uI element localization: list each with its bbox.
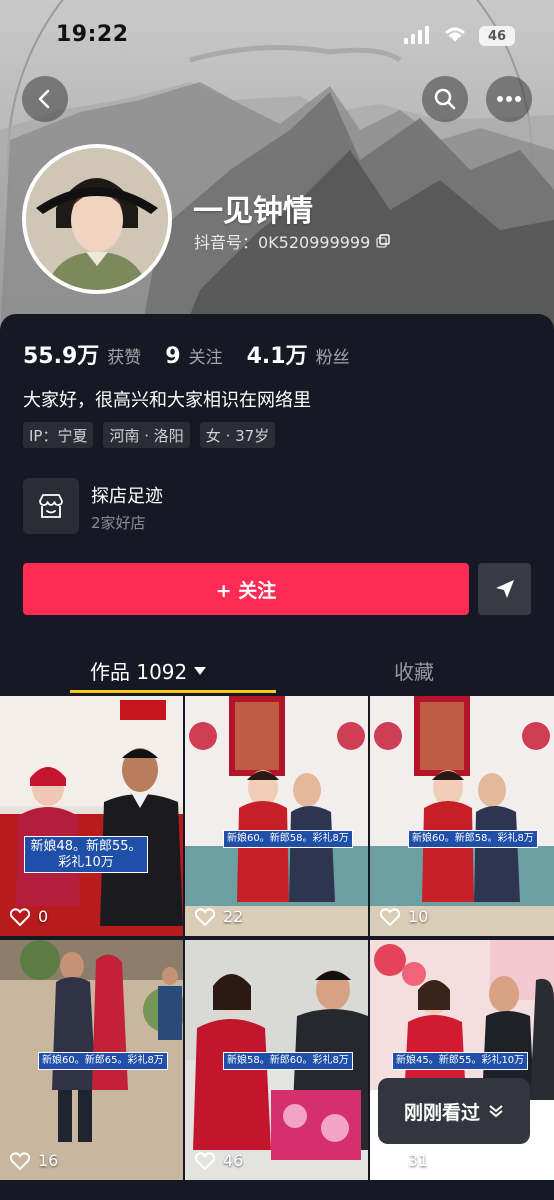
back-icon — [38, 89, 50, 109]
like-count-text: 46 — [223, 1151, 244, 1170]
like-count-text: 31 — [408, 1151, 429, 1170]
heart-icon — [195, 907, 215, 926]
shop-title: 探店足迹 — [91, 486, 163, 507]
wifi-icon — [442, 24, 468, 48]
status-time: 19:22 — [56, 22, 129, 47]
stat-value: 55.9万 — [23, 344, 100, 369]
like-count: 16 — [10, 1151, 58, 1170]
heart-icon — [380, 1151, 400, 1170]
bio: 大家好，很高兴和大家相识在网络里 — [23, 390, 311, 411]
recently-viewed-label: 刚刚看过 — [403, 1101, 480, 1124]
avatar[interactable] — [22, 144, 172, 294]
video-card[interactable]: 新娘45。新郎55。彩礼10万 31 — [370, 940, 554, 1180]
search-button[interactable] — [422, 76, 468, 122]
like-count-text: 0 — [38, 907, 49, 926]
like-count-text: 10 — [408, 907, 429, 926]
tab-works[interactable]: 作品 1092 — [90, 656, 207, 685]
content-tabs: 作品 1092 收藏 — [0, 642, 554, 694]
video-card[interactable]: 新娘48。新郎55。彩礼10万 0 — [0, 696, 183, 936]
tag-ip: IP：宁夏 — [23, 422, 94, 448]
like-count: 22 — [195, 907, 243, 926]
share-button[interactable] — [478, 563, 531, 615]
double-chevron-down-icon — [489, 1105, 503, 1118]
video-caption: 新娘58。新郎60。彩礼8万 — [223, 1052, 353, 1070]
shop-footprint[interactable]: 探店足迹 2家好店 — [23, 478, 443, 536]
stat-label: 获赞 — [107, 348, 142, 368]
status-bar: 19:22 46 — [0, 0, 554, 72]
recently-viewed-button[interactable]: 刚刚看过 — [378, 1078, 530, 1144]
search-icon — [434, 88, 456, 110]
like-count: 10 — [380, 907, 428, 926]
video-caption: 新娘60。新郎65。彩礼8万 — [38, 1052, 168, 1070]
stat-value: 9 — [165, 344, 181, 369]
stat-label: 粉丝 — [315, 348, 350, 368]
like-count-text: 22 — [223, 907, 244, 926]
video-card[interactable]: 新娘60。新郎58。彩礼8万 22 — [185, 696, 368, 936]
video-card[interactable]: 新娘58。新郎60。彩礼8万 46 — [185, 940, 368, 1180]
tag-row: IP：宁夏 河南 · 洛阳 女 · 37岁 — [23, 422, 276, 448]
shop-subtitle: 2家好店 — [91, 514, 146, 532]
stat-followers[interactable]: 4.1万 粉丝 — [247, 338, 350, 370]
chevron-down-icon — [194, 666, 207, 675]
tag-location[interactable]: 河南 · 洛阳 — [103, 422, 190, 448]
battery-indicator: 46 — [479, 26, 515, 46]
video-caption: 新娘60。新郎58。彩礼8万 — [408, 830, 538, 848]
tab-works-label: 作品 1092 — [90, 660, 188, 684]
video-caption: 新娘45。新郎55。彩礼10万 — [392, 1052, 529, 1070]
follow-button[interactable]: + 关注 — [23, 563, 469, 615]
like-count: 31 — [380, 1151, 428, 1170]
video-card[interactable]: 新娘60。新郎58。彩礼8万 10 — [370, 696, 554, 936]
more-icon — [497, 96, 521, 102]
heart-icon — [10, 907, 30, 926]
video-caption: 新娘60。新郎58。彩礼8万 — [223, 830, 353, 848]
tab-collection[interactable]: 收藏 — [394, 656, 434, 685]
tag-gender-age: 女 · 37岁 — [199, 422, 276, 448]
nickname: 一见钟情 — [193, 194, 313, 229]
stats-row: 55.9万 获赞 9 关注 4.1万 粉丝 — [23, 338, 374, 370]
shop-icon — [23, 478, 79, 534]
cell-signal-icon — [404, 26, 430, 48]
douyin-id-text: 抖音号：0K520999999 — [194, 233, 371, 252]
like-count: 0 — [10, 907, 48, 926]
stat-label: 关注 — [188, 348, 223, 368]
share-icon — [495, 580, 514, 598]
video-card[interactable]: 新娘60。新郎65。彩礼8万 16 — [0, 940, 183, 1180]
video-caption: 新娘48。新郎55。彩礼10万 — [24, 836, 148, 874]
tab-indicator — [70, 690, 276, 693]
douyin-id[interactable]: 抖音号：0K520999999 — [194, 229, 391, 253]
heart-icon — [10, 1151, 30, 1170]
like-count: 46 — [195, 1151, 243, 1170]
back-button[interactable] — [22, 76, 68, 122]
more-button[interactable] — [486, 76, 532, 122]
heart-icon — [195, 1151, 215, 1170]
copy-icon[interactable] — [376, 234, 391, 248]
stat-likes[interactable]: 55.9万 获赞 — [23, 338, 141, 370]
heart-icon — [380, 907, 400, 926]
like-count-text: 16 — [38, 1151, 59, 1170]
stat-value: 4.1万 — [246, 344, 308, 369]
stat-following[interactable]: 9 关注 — [165, 343, 222, 369]
